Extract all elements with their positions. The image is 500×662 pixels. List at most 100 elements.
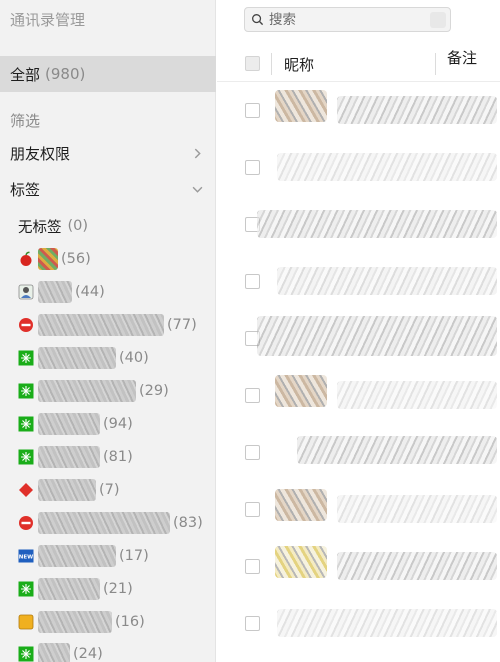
- sidebar-item-count: (980): [45, 65, 86, 83]
- sidebar-item-label: 朋友权限: [10, 144, 71, 163]
- table-row[interactable]: [217, 538, 500, 595]
- redacted-contact-info: [337, 96, 497, 124]
- tag-count: (81): [103, 449, 133, 465]
- table-row[interactable]: [217, 424, 500, 481]
- search-input[interactable]: [269, 11, 419, 28]
- filter-section-title: 筛选: [10, 112, 41, 130]
- tag-item[interactable]: (81): [18, 444, 133, 470]
- row-checkbox[interactable]: [245, 103, 260, 118]
- tag-count: (24): [73, 646, 103, 662]
- row-checkbox[interactable]: [245, 559, 260, 574]
- redacted-tag-name: [38, 545, 116, 567]
- row-checkbox[interactable]: [245, 502, 260, 517]
- table-row[interactable]: [217, 196, 500, 253]
- redacted-tag-name: [38, 380, 136, 402]
- column-header-nickname[interactable]: 昵称: [284, 54, 314, 75]
- new-badge-icon: NEW: [18, 548, 34, 564]
- sparkle-icon: [18, 449, 34, 465]
- tag-count: (0): [67, 218, 89, 234]
- search-icon: [252, 14, 264, 26]
- row-checkbox[interactable]: [245, 445, 260, 460]
- chevron-down-icon: [190, 182, 204, 196]
- table-row[interactable]: [217, 139, 500, 196]
- sidebar-item-friend-permission[interactable]: 朋友权限: [0, 137, 216, 169]
- redacted-tag-name: [38, 347, 116, 369]
- redacted-tag-name: [38, 611, 112, 633]
- sparkle-icon: [18, 350, 34, 366]
- table-row[interactable]: [217, 310, 500, 367]
- tag-count: (56): [61, 251, 91, 267]
- redacted-tag-name: [38, 281, 72, 303]
- tag-label: 无标签: [18, 219, 62, 236]
- redacted-tag-name: [38, 643, 70, 662]
- tag-count: (16): [115, 614, 145, 630]
- redacted-contact-info: [257, 316, 497, 356]
- tag-item[interactable]: 无标签 (0): [18, 213, 88, 239]
- app-title: 通讯录管理: [10, 11, 86, 29]
- redacted-tag-name: [38, 479, 96, 501]
- redacted-avatar: [275, 90, 327, 122]
- table-row[interactable]: [217, 82, 500, 139]
- tag-count: (44): [75, 284, 105, 300]
- tag-item[interactable]: (16): [18, 609, 145, 635]
- tag-item[interactable]: (7): [18, 477, 120, 503]
- redacted-tag-name: [38, 248, 58, 270]
- tag-item[interactable]: (29): [18, 378, 169, 404]
- tag-item[interactable]: (56): [18, 246, 91, 272]
- redacted-contact-info: [257, 210, 497, 238]
- no-entry-icon: [18, 515, 34, 531]
- redacted-tag-name: [38, 314, 164, 336]
- contacts-panel: 昵称 备注: [217, 0, 500, 662]
- tag-count: (40): [119, 350, 149, 366]
- column-header-remark[interactable]: 备注: [447, 47, 477, 68]
- apple-icon: [18, 251, 34, 267]
- tag-item[interactable]: (21): [18, 576, 133, 602]
- redacted-avatar: [275, 546, 327, 578]
- tag-count: (17): [119, 548, 149, 564]
- redacted-contact-info: [297, 436, 497, 464]
- tag-item[interactable]: (77): [18, 312, 197, 338]
- tag-item[interactable]: (94): [18, 411, 133, 437]
- row-checkbox[interactable]: [245, 616, 260, 631]
- row-checkbox[interactable]: [245, 160, 260, 175]
- sparkle-icon: [18, 581, 34, 597]
- clear-search-button[interactable]: [430, 12, 446, 28]
- redacted-contact-info: [277, 153, 497, 181]
- redacted-contact-info: [277, 609, 497, 637]
- tag-item[interactable]: (40): [18, 345, 149, 371]
- sidebar-item-label: 全部: [10, 65, 41, 84]
- table-header: 昵称 备注: [217, 44, 500, 82]
- table-row[interactable]: [217, 595, 500, 652]
- tag-count: (94): [103, 416, 133, 432]
- table-row[interactable]: [217, 367, 500, 424]
- column-divider[interactable]: [271, 53, 272, 75]
- sidebar-item-all[interactable]: 全部 (980): [0, 56, 216, 92]
- column-divider[interactable]: [435, 53, 436, 75]
- sparkle-icon: [18, 383, 34, 399]
- redacted-contact-info: [337, 552, 497, 580]
- table-row[interactable]: [217, 481, 500, 538]
- row-checkbox[interactable]: [245, 388, 260, 403]
- tag-count: (21): [103, 581, 133, 597]
- tag-count: (77): [167, 317, 197, 333]
- redacted-contact-info: [337, 381, 497, 409]
- redacted-tag-name: [38, 578, 100, 600]
- tag-item[interactable]: (44): [18, 279, 105, 305]
- diamond-icon: [18, 482, 34, 498]
- row-checkbox[interactable]: [245, 274, 260, 289]
- sidebar-item-tags[interactable]: 标签: [0, 173, 216, 205]
- tag-item[interactable]: NEW (17): [18, 543, 149, 569]
- select-all-checkbox[interactable]: [245, 56, 260, 71]
- tag-count: (83): [173, 515, 203, 531]
- sparkle-icon: [18, 646, 34, 662]
- search-box[interactable]: [244, 7, 451, 32]
- redacted-tag-name: [38, 512, 170, 534]
- tag-item[interactable]: (24): [18, 641, 103, 662]
- table-row[interactable]: [217, 253, 500, 310]
- svg-text:NEW: NEW: [19, 555, 33, 561]
- sidebar: 通讯录管理 全部 (980) 筛选 朋友权限 标签 无标签 (0) (56) (…: [0, 0, 216, 662]
- tag-count: (7): [99, 482, 120, 498]
- no-entry-icon: [18, 317, 34, 333]
- tag-item[interactable]: (83): [18, 510, 203, 536]
- redacted-tag-name: [38, 413, 100, 435]
